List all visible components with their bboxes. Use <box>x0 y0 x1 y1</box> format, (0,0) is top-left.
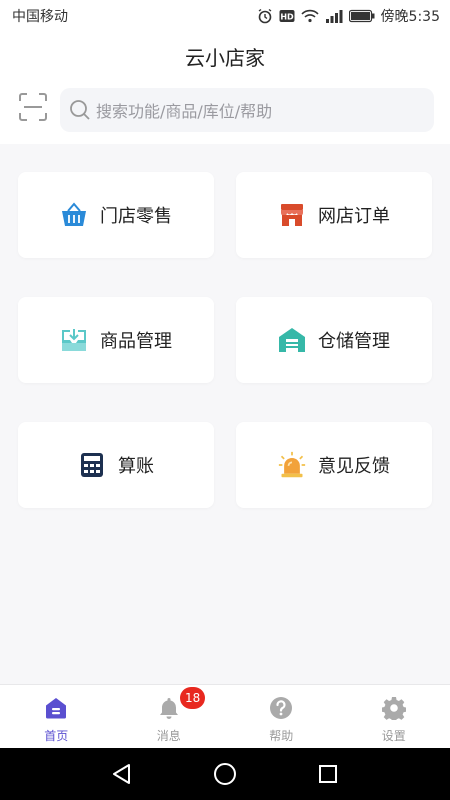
basket-icon <box>60 201 88 229</box>
svg-text:HD: HD <box>280 13 294 22</box>
storefront-icon <box>278 201 306 229</box>
battery-icon <box>348 9 375 23</box>
grid-item-label: 仓储管理 <box>318 331 390 352</box>
system-navigation-bar <box>0 748 450 800</box>
grid-item-accounting[interactable]: 算账 <box>18 422 214 508</box>
unread-badge: 18 <box>180 687 206 709</box>
tab-label: 帮助 <box>269 729 294 743</box>
grid-item-label: 网店订单 <box>318 206 390 227</box>
recents-button[interactable] <box>313 759 343 789</box>
hd-icon: HD <box>279 9 295 23</box>
grid-item-label: 算账 <box>118 456 154 477</box>
status-bar: 中国移动 HD 傍晚5:35 <box>0 0 450 32</box>
page-title: 云小店家 <box>185 46 265 70</box>
wifi-icon <box>300 9 319 23</box>
tab-settings[interactable]: 设置 <box>338 685 450 748</box>
scan-button[interactable] <box>18 92 48 122</box>
warehouse-icon <box>278 326 306 354</box>
bottom-tab-bar: 首页 18 消息 帮助 设置 <box>0 684 450 748</box>
search-placeholder: 搜索功能/商品/库位/帮助 <box>96 102 273 121</box>
tab-label: 消息 <box>156 729 181 743</box>
tab-label: 首页 <box>44 729 69 743</box>
grid-item-store-retail[interactable]: 门店零售 <box>18 172 214 258</box>
inbox-icon <box>60 326 88 354</box>
grid-item-warehouse-management[interactable]: 仓储管理 <box>236 297 432 383</box>
tab-home[interactable]: 首页 <box>0 685 113 748</box>
carrier-name: 中国移动 <box>12 9 68 25</box>
grid-item-feedback[interactable]: 意见反馈 <box>236 422 432 508</box>
scan-icon <box>19 93 47 121</box>
siren-icon <box>278 451 306 479</box>
tab-messages[interactable]: 18 消息 <box>113 685 226 748</box>
home-icon <box>43 695 69 721</box>
home-circle-icon <box>213 763 236 785</box>
recents-square-icon <box>319 765 338 783</box>
header-area: 云小店家 搜索功能/商品/库位/帮助 <box>0 32 450 144</box>
back-triangle-icon <box>112 764 130 784</box>
back-button[interactable] <box>107 759 137 789</box>
gear-icon <box>381 695 407 721</box>
signal-icon <box>325 9 343 23</box>
grid-item-product-management[interactable]: 商品管理 <box>18 297 214 383</box>
grid-item-label: 门店零售 <box>100 206 172 227</box>
home-button[interactable] <box>210 759 240 789</box>
search-icon <box>70 100 90 120</box>
search-input[interactable]: 搜索功能/商品/库位/帮助 <box>60 88 434 132</box>
tab-help[interactable]: 帮助 <box>225 685 338 748</box>
grid-item-label: 意见反馈 <box>318 456 390 477</box>
alarm-icon <box>257 8 273 24</box>
grid-item-label: 商品管理 <box>100 331 172 352</box>
tab-label: 设置 <box>381 729 406 743</box>
grid-item-online-orders[interactable]: 网店订单 <box>236 172 432 258</box>
bell-icon <box>156 695 182 721</box>
calculator-icon <box>78 451 106 479</box>
help-icon <box>268 695 294 721</box>
clock-time: 傍晚5:35 <box>380 9 440 25</box>
status-icons: HD 傍晚5:35 <box>257 6 440 26</box>
